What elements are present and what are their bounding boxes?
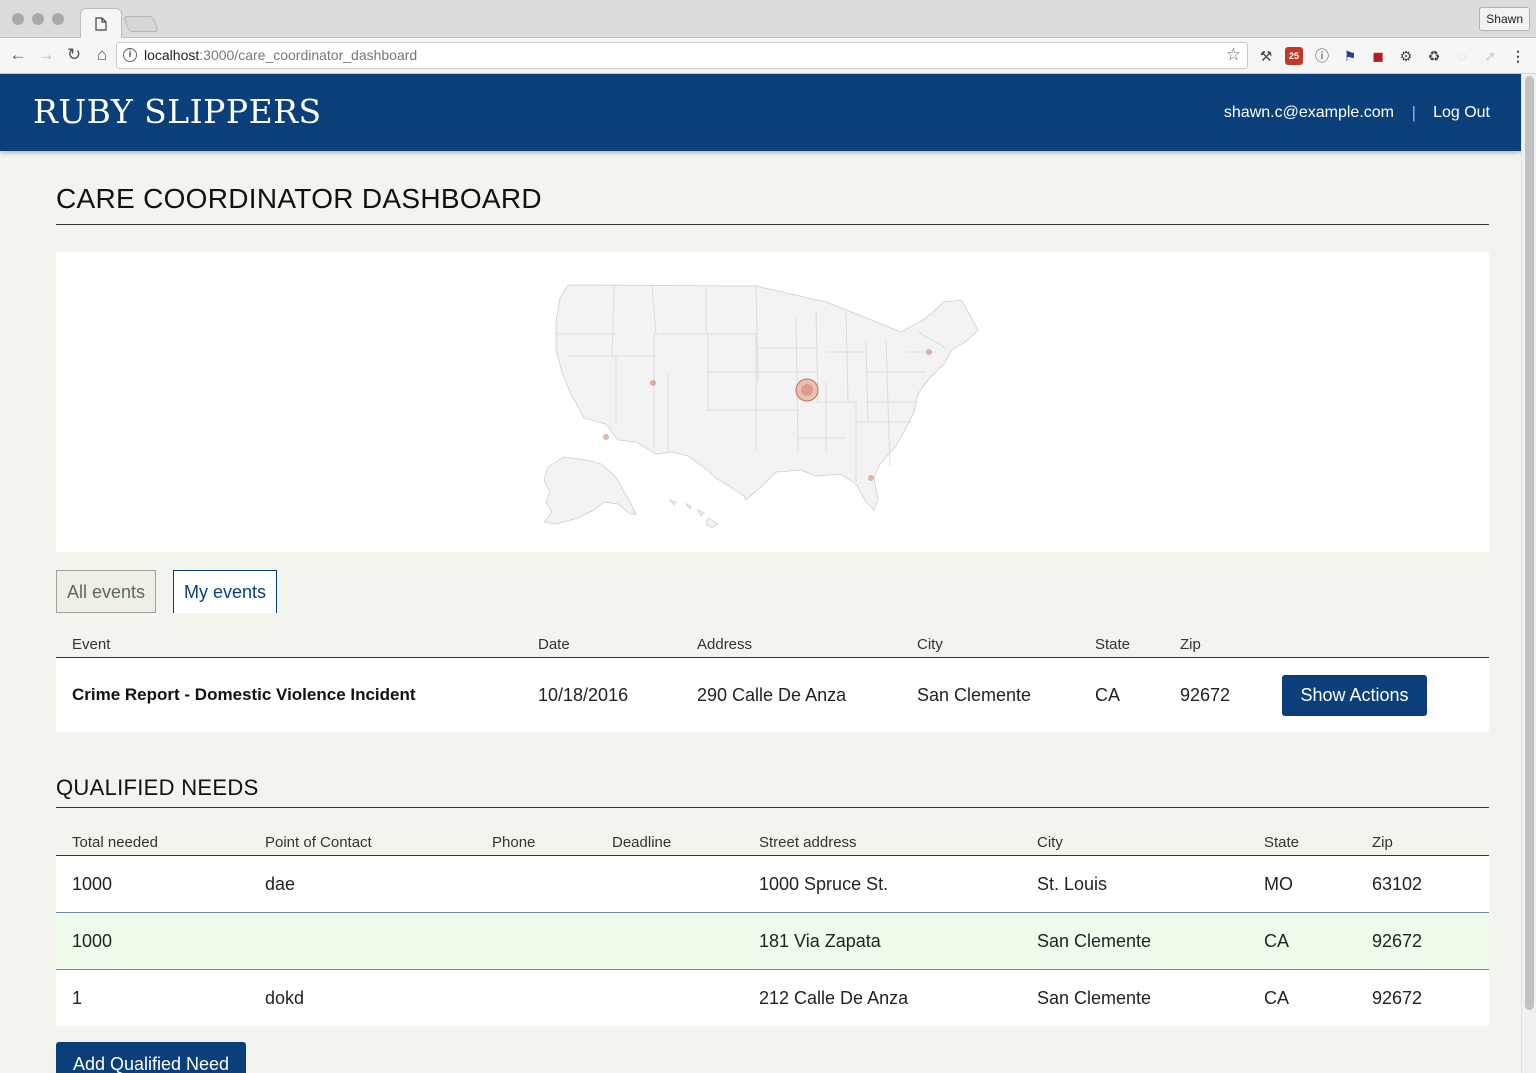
close-window-button[interactable] — [12, 13, 24, 25]
events-header-state: State — [1095, 636, 1131, 653]
events-header-address: Address — [697, 636, 753, 653]
sofa-extension-icon[interactable]: ◼ — [1369, 47, 1387, 65]
map-marker-florida[interactable] — [868, 475, 874, 481]
home-icon[interactable]: ⌂ — [92, 45, 112, 65]
pen-extension-icon[interactable]: ➚ — [1481, 47, 1499, 65]
needs-header-phone: Phone — [492, 834, 536, 851]
header-separator: | — [1411, 103, 1416, 122]
maximize-window-button[interactable] — [52, 13, 64, 25]
calendar-badge: 25 — [1288, 51, 1299, 61]
need-street: 212 Calle De Anza — [759, 988, 909, 1008]
gear-icon[interactable]: ⚙ — [1397, 47, 1415, 65]
hawaii-shape — [668, 498, 719, 529]
browser-toolbar: ← → ↻ ⌂ i localhost:3000/care_coordinato… — [0, 38, 1536, 74]
map-marker-utah[interactable] — [650, 380, 656, 386]
need-zip: 92672 — [1372, 931, 1423, 951]
needs-header-state: State — [1264, 834, 1300, 851]
new-tab-button[interactable] — [123, 16, 159, 32]
needs-header-street: Street address — [759, 834, 857, 851]
needs-header-total: Total needed — [72, 834, 158, 851]
recycle-icon[interactable]: ♻ — [1425, 47, 1443, 65]
brand-logo[interactable]: RUBY SLIPPERS — [33, 92, 322, 131]
tab-my-events[interactable]: My events — [173, 570, 278, 613]
flag-extension-icon[interactable]: ⚑ — [1341, 47, 1359, 65]
map-marker-northeast[interactable] — [926, 349, 932, 355]
us-map[interactable] — [56, 252, 1489, 552]
reload-icon[interactable]: ↻ — [64, 45, 84, 65]
map-marker-st-louis-inner[interactable] — [801, 384, 813, 396]
event-date: 10/18/2016 — [538, 685, 629, 705]
browser-tab[interactable] — [80, 8, 122, 39]
events-header-event: Event — [72, 636, 111, 653]
event-state: CA — [1095, 685, 1121, 705]
scrollbar-thumb[interactable] — [1525, 76, 1534, 1010]
events-map[interactable] — [56, 252, 1489, 552]
events-header-date: Date — [538, 636, 570, 653]
info-icon[interactable]: i — [123, 48, 137, 62]
need-state: CA — [1264, 931, 1290, 951]
need-city: St. Louis — [1037, 874, 1108, 894]
url-text: localhost:3000/care_coordinator_dashboar… — [144, 47, 417, 63]
need-city: San Clemente — [1037, 931, 1152, 951]
page-icon — [95, 17, 107, 31]
needs-header-city: City — [1037, 834, 1063, 851]
forward-icon[interactable]: → — [36, 45, 56, 65]
need-total: 1 — [72, 988, 83, 1008]
need-total: 1000 — [72, 874, 113, 894]
browser-tab-bar: Shawn — [0, 0, 1536, 39]
need-state: MO — [1264, 874, 1293, 894]
page-scrollbar[interactable] — [1521, 74, 1536, 1073]
need-state: CA — [1264, 988, 1290, 1008]
qualified-needs-divider — [56, 807, 1489, 808]
browser-menu-icon[interactable]: ⋮ — [1509, 47, 1527, 65]
calendar-extension-icon[interactable]: 25 — [1285, 47, 1303, 65]
tab-all-events[interactable]: All events — [56, 570, 157, 613]
logout-link[interactable]: Log Out — [1433, 104, 1490, 122]
extension-tools-icon[interactable]: ⚒ — [1257, 47, 1275, 65]
map-marker-san-clemente[interactable] — [603, 434, 609, 440]
profile-button[interactable]: Shawn — [1479, 7, 1530, 31]
event-zip: 92672 — [1180, 685, 1231, 705]
event-name: Crime Report - Domestic Violence Inciden… — [72, 685, 416, 704]
url-host: localhost — [144, 47, 200, 63]
add-qualified-need-button[interactable]: Add Qualified Need — [56, 1042, 246, 1073]
address-bar[interactable]: i localhost:3000/care_coordinator_dashbo… — [116, 42, 1248, 69]
us-mainland-shape — [555, 284, 979, 511]
need-street: 181 Via Zapata — [759, 931, 881, 951]
need-total: 1000 — [72, 931, 113, 951]
sync-extension-icon[interactable]: ◌ — [1453, 47, 1471, 65]
url-path: :3000/care_coordinator_dashboard — [199, 47, 418, 63]
needs-header-contact: Point of Contact — [265, 834, 372, 851]
info-extension-icon[interactable]: ⓘ — [1313, 47, 1331, 65]
app-header: RUBY SLIPPERS shawn.c@example.com | Log … — [0, 74, 1521, 151]
page-title: CARE COORDINATOR DASHBOARD — [56, 183, 542, 214]
events-header-city: City — [917, 636, 943, 653]
needs-header-deadline: Deadline — [612, 834, 672, 851]
user-email-link[interactable]: shawn.c@example.com — [1224, 104, 1394, 122]
event-city: San Clemente — [917, 685, 1032, 705]
need-zip: 63102 — [1372, 874, 1423, 894]
need-contact: dae — [265, 874, 296, 894]
need-zip: 92672 — [1372, 988, 1423, 1008]
back-icon[interactable]: ← — [8, 45, 28, 65]
events-header-zip: Zip — [1180, 636, 1201, 653]
need-street: 1000 Spruce St. — [759, 874, 889, 894]
alaska-shape — [543, 456, 637, 525]
bookmark-star-icon[interactable]: ☆ — [1226, 45, 1241, 65]
need-city: San Clemente — [1037, 988, 1152, 1008]
title-divider — [56, 224, 1489, 225]
minimize-window-button[interactable] — [32, 13, 44, 25]
need-contact: dokd — [265, 988, 305, 1008]
qualified-needs-title: QUALIFIED NEEDS — [56, 775, 259, 800]
needs-header-zip: Zip — [1372, 834, 1393, 851]
event-address: 290 Calle De Anza — [697, 685, 847, 705]
show-actions-button[interactable]: Show Actions — [1282, 675, 1427, 716]
